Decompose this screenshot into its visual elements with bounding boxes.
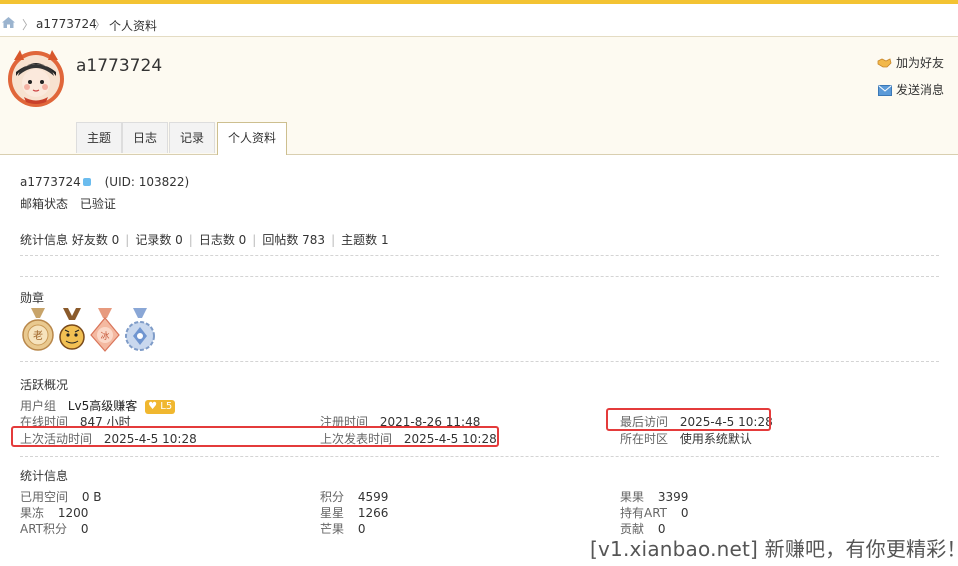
watermark: [v1.xianbao.net] 新赚吧，有你更精彩！ <box>590 537 958 561</box>
medal-ice-icon[interactable]: 冰 <box>88 308 122 352</box>
divider <box>20 361 939 362</box>
avatar[interactable] <box>6 46 66 108</box>
breadcrumb-separator: 〉 <box>94 18 107 32</box>
breadcrumb-current-page: 个人资料 <box>109 19 158 33</box>
stats-summary-label: 统计信息 <box>20 233 69 247</box>
tab-records[interactable]: 记录 <box>169 122 216 153</box>
user-group-label: 用户组 <box>20 399 57 413</box>
info-username: a1773724 <box>20 175 81 189</box>
level-badge: ♥ L5 <box>145 400 176 414</box>
email-status-label: 邮箱状态 <box>20 197 69 211</box>
divider <box>20 456 939 457</box>
breadcrumb-user-link[interactable]: a1773724 <box>36 17 97 31</box>
star-row: 星星 1266 <box>320 504 388 521</box>
mango-label: 芒果 <box>320 522 345 536</box>
stats-title: 统计信息 <box>20 469 69 483</box>
art-hold-label: 持有ART <box>620 506 668 520</box>
jelly-label: 果冻 <box>20 506 45 520</box>
tab-topics[interactable]: 主题 <box>76 122 123 153</box>
mango-row: 芒果 0 <box>320 520 365 537</box>
info-uid: (UID: 103822) <box>104 175 190 189</box>
highlight-box <box>11 426 499 447</box>
add-friend-button[interactable]: 加为好友 <box>877 54 944 71</box>
email-status-row: 邮箱状态 已验证 <box>20 195 116 212</box>
tab-blog[interactable]: 日志 <box>122 122 169 153</box>
profile-username: a1773724 <box>76 56 163 76</box>
send-message-label: 发送消息 <box>895 83 944 97</box>
fruit-value: 3399 <box>657 490 689 504</box>
art-hold-row: 持有ART 0 <box>620 504 688 521</box>
level-badge-label: L5 <box>160 401 173 412</box>
timezone-row: 所在时区 使用系统默认 <box>620 430 752 447</box>
mango-value: 0 <box>357 522 366 536</box>
stat-blogs-link[interactable]: 日志数 0 <box>199 233 246 247</box>
stat-topics-link[interactable]: 主题数 1 <box>341 233 388 247</box>
email-status-value: 已验证 <box>79 197 116 211</box>
svg-text:老: 老 <box>33 329 43 342</box>
points-label: 积分 <box>320 490 345 504</box>
star-label: 星星 <box>320 506 345 520</box>
medal-tiger-icon[interactable] <box>55 308 89 352</box>
timezone-value: 使用系统默认 <box>679 432 752 446</box>
jelly-row: 果冻 1200 <box>20 504 88 521</box>
profile-info-line: a1773724 (UID: 103822) <box>20 175 189 189</box>
online-status-icon <box>82 178 91 186</box>
envelope-icon <box>877 85 892 96</box>
breadcrumb-separator: 〉 <box>22 18 35 32</box>
divider <box>20 276 939 277</box>
art-points-value: 0 <box>80 522 89 536</box>
medal-veteran-icon[interactable]: 老 <box>21 308 55 352</box>
user-group-row: 用户组 Lv5高级赚客 ♥ L5 <box>20 397 176 414</box>
home-icon[interactable] <box>1 16 16 29</box>
user-group-value[interactable]: Lv5高级赚客 <box>68 399 137 413</box>
stat-records-link[interactable]: 记录数 0 <box>135 233 182 247</box>
space-label: 已用空间 <box>20 490 69 504</box>
medals-title: 勋章 <box>20 291 45 305</box>
fruit-label: 果果 <box>620 490 645 504</box>
space-value: 0 B <box>81 490 102 504</box>
breadcrumb: 〉 a1773724 〉 个人资料 <box>0 4 958 37</box>
activity-title: 活跃概况 <box>20 378 69 392</box>
art-points-label: ART积分 <box>20 522 68 536</box>
timezone-label: 所在时区 <box>620 432 669 446</box>
stats-summary: 统计信息 好友数 0 | 记录数 0 | 日志数 0 | 回帖数 783 | 主题数 1 <box>20 233 389 247</box>
space-row: 已用空间 0 B <box>20 488 102 505</box>
add-friend-label: 加为好友 <box>895 56 944 70</box>
divider <box>20 255 939 256</box>
stat-friends-link[interactable]: 好友数 0 <box>72 233 119 247</box>
art-points-row: ART积分 0 <box>20 520 88 537</box>
handshake-icon <box>877 58 892 68</box>
star-value: 1266 <box>357 506 389 520</box>
tab-profile[interactable]: 个人资料 <box>217 122 288 155</box>
points-row: 积分 4599 <box>320 488 388 505</box>
svg-text:冰: 冰 <box>100 330 109 342</box>
stat-replies-link[interactable]: 回帖数 783 <box>262 233 325 247</box>
jelly-value: 1200 <box>57 506 89 520</box>
art-hold-value: 0 <box>680 506 689 520</box>
send-message-button[interactable]: 发送消息 <box>877 81 944 98</box>
medal-gear-icon[interactable] <box>123 308 157 352</box>
points-value: 4599 <box>357 490 389 504</box>
highlight-box <box>606 408 771 431</box>
fruit-row: 果果 3399 <box>620 488 688 505</box>
